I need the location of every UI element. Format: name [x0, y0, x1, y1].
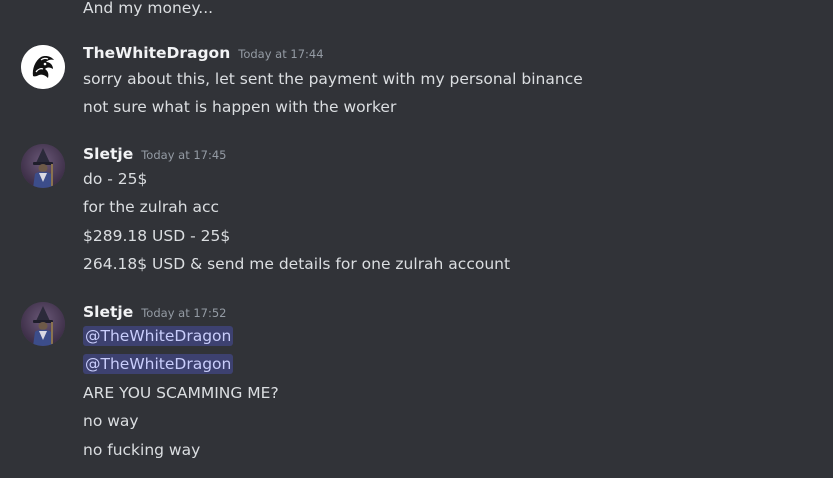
- timestamp[interactable]: Today at 17:44: [238, 47, 323, 61]
- white-dragon-avatar[interactable]: [21, 45, 65, 89]
- timestamp[interactable]: Today at 17:45: [141, 148, 226, 162]
- message-line: $289.18 USD - 25$: [83, 227, 231, 245]
- user-mention[interactable]: @TheWhiteDragon: [83, 326, 234, 346]
- timestamp[interactable]: Today at 17:52: [141, 306, 226, 320]
- message-line: sorry about this, let sent the payment w…: [83, 70, 583, 88]
- message-line: ARE YOU SCAMMING ME?: [83, 384, 279, 402]
- wizard-avatar[interactable]: [21, 144, 65, 188]
- message-header: Sletje Today at 17:45: [83, 145, 227, 163]
- chat-messages: And my money... TheWhiteDragon Today at …: [0, 0, 833, 478]
- message-line: not sure what is happen with the worker: [83, 98, 397, 116]
- wizard-avatar[interactable]: [21, 302, 65, 346]
- message-header: TheWhiteDragon Today at 17:44: [83, 44, 324, 62]
- message-line: @TheWhiteDragon: [83, 326, 234, 346]
- username[interactable]: TheWhiteDragon: [83, 44, 230, 62]
- username[interactable]: Sletje: [83, 303, 133, 321]
- message-line: no way: [83, 412, 139, 430]
- message-header: Sletje Today at 17:52: [83, 303, 227, 321]
- message-line: no fucking way: [83, 441, 201, 459]
- username[interactable]: Sletje: [83, 145, 133, 163]
- message-line: 264.18$ USD & send me details for one zu…: [83, 255, 511, 273]
- message-line: for the zulrah acc: [83, 198, 220, 216]
- message-line: And my money...: [83, 0, 214, 17]
- message-line: do - 25$: [83, 170, 148, 188]
- user-mention[interactable]: @TheWhiteDragon: [83, 354, 234, 374]
- message-line: @TheWhiteDragon: [83, 354, 234, 374]
